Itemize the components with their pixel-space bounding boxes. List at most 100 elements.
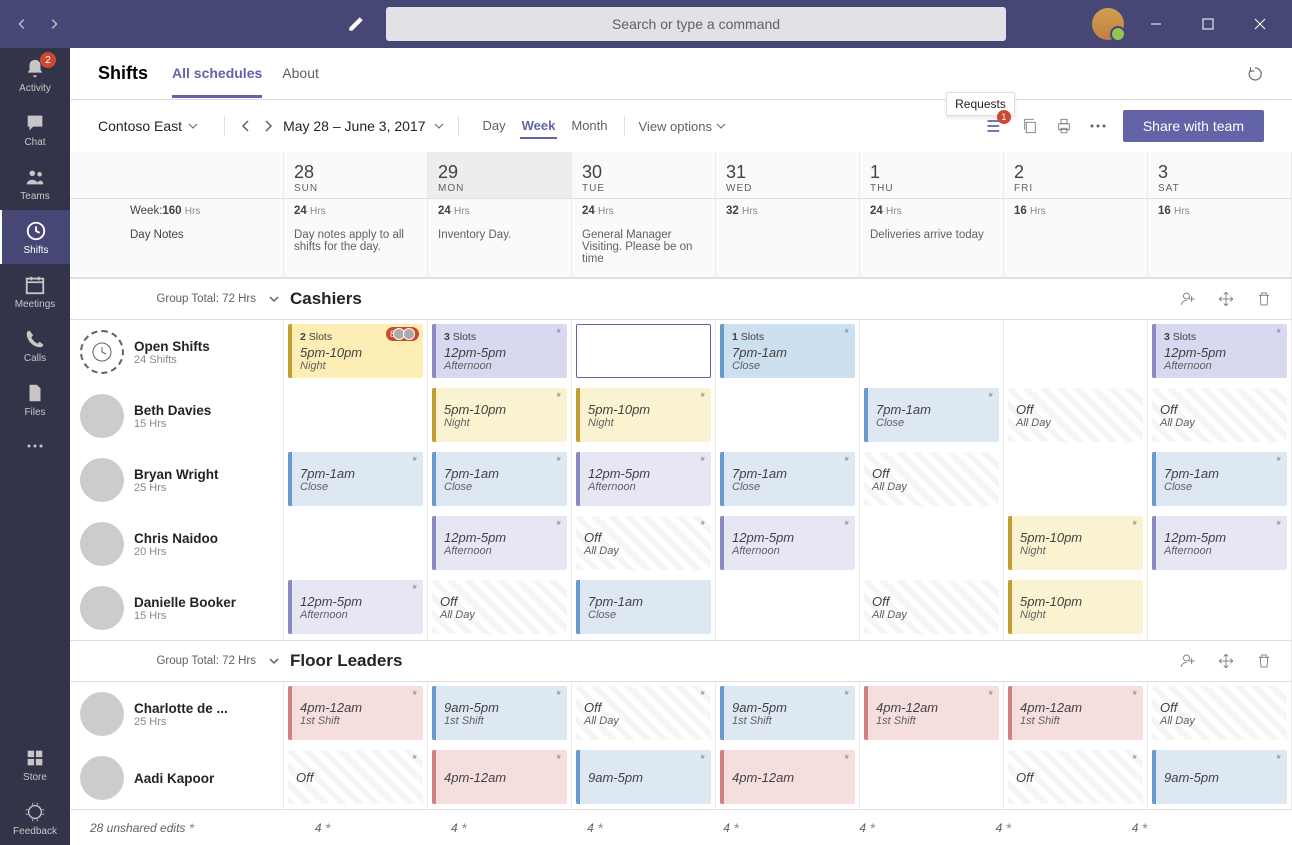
- shift-cell[interactable]: 7pm-1amClose*: [716, 448, 860, 512]
- shift-card[interactable]: 5pm-10pmNight*: [432, 388, 567, 442]
- add-person-icon[interactable]: [1179, 652, 1197, 670]
- rail-item-chat[interactable]: Chat: [0, 102, 70, 156]
- day-header[interactable]: 1THU: [860, 152, 1004, 199]
- day-header[interactable]: 2FRI: [1004, 152, 1148, 199]
- shift-cell[interactable]: 12pm-5pmAfternoon*: [1148, 512, 1292, 576]
- shift-card[interactable]: OffAll Day: [864, 452, 999, 506]
- shift-cell-empty[interactable]: [860, 512, 1004, 576]
- shift-card[interactable]: 5pm-10pmNight: [1008, 580, 1143, 634]
- shift-cell[interactable]: Off*: [1004, 746, 1148, 809]
- shift-cell[interactable]: 4pm-12am*: [428, 746, 572, 809]
- shift-cell-empty[interactable]: [284, 512, 428, 576]
- day-note[interactable]: Inventory Day.: [428, 223, 572, 278]
- close-button[interactable]: [1240, 4, 1280, 44]
- rail-item-shifts[interactable]: Shifts: [0, 210, 70, 264]
- user-avatar[interactable]: [1092, 8, 1124, 40]
- day-note[interactable]: [716, 223, 860, 278]
- shift-card[interactable]: 4pm-12am1st Shift*: [864, 686, 999, 740]
- shift-cell[interactable]: Off*: [284, 746, 428, 809]
- shift-cell[interactable]: 4pm-12am*: [716, 746, 860, 809]
- shift-cell-empty[interactable]: [284, 384, 428, 448]
- shift-card[interactable]: OffAll Day: [432, 580, 567, 634]
- previous-range-button[interactable]: [239, 119, 253, 133]
- shift-card[interactable]: 4pm-12am*: [432, 750, 567, 804]
- minimize-button[interactable]: [1136, 4, 1176, 44]
- shift-card[interactable]: 7pm-1amClose*: [864, 388, 999, 442]
- shift-cell[interactable]: 5pm-10pmNight*: [428, 384, 572, 448]
- person-row-header[interactable]: Aadi Kapoor: [70, 746, 284, 809]
- compose-icon[interactable]: [336, 4, 376, 44]
- shift-cell[interactable]: OffAll Day: [1148, 384, 1292, 448]
- shift-cell-empty[interactable]: [716, 384, 860, 448]
- selected-empty-shift[interactable]: [576, 324, 711, 378]
- delete-icon[interactable]: [1255, 290, 1273, 308]
- rail-item-activity[interactable]: Activity2: [0, 48, 70, 102]
- more-options-button[interactable]: [1089, 117, 1107, 135]
- shift-cell[interactable]: 7pm-1amClose*: [860, 384, 1004, 448]
- shift-card[interactable]: 4pm-12am1st Shift*: [288, 686, 423, 740]
- shift-card[interactable]: OffAll Day: [1008, 388, 1143, 442]
- shift-cell[interactable]: 4pm-12am1st Shift*: [860, 682, 1004, 746]
- shift-card[interactable]: OffAll Day*: [576, 516, 711, 570]
- shift-cell-empty[interactable]: [716, 576, 860, 640]
- rail-item-teams[interactable]: Teams: [0, 156, 70, 210]
- shift-cell[interactable]: 9am-5pm*: [1148, 746, 1292, 809]
- shift-cell[interactable]: 3 Slots12pm-5pmAfternoon*: [1148, 320, 1292, 384]
- shift-cell[interactable]: 5pm-10pmNight*: [1004, 512, 1148, 576]
- shift-cell[interactable]: 12pm-5pmAfternoon*: [428, 512, 572, 576]
- shift-card[interactable]: 5pm-10pmNight*: [576, 388, 711, 442]
- shift-cell[interactable]: 7pm-1amClose*: [284, 448, 428, 512]
- shift-cell[interactable]: OffAll Day*: [572, 682, 716, 746]
- shift-card[interactable]: Off*: [288, 750, 423, 804]
- team-selector[interactable]: Contoso East: [98, 118, 210, 134]
- shift-card[interactable]: 5pm-10pmNight*: [1008, 516, 1143, 570]
- shift-cell-empty[interactable]: [860, 320, 1004, 384]
- person-row-header[interactable]: Beth Davies15 Hrs: [70, 384, 284, 448]
- requests-button[interactable]: Requests 1: [985, 116, 1005, 136]
- day-header[interactable]: 29MON: [428, 152, 572, 199]
- move-icon[interactable]: [1217, 290, 1235, 308]
- rail-item-meetings[interactable]: Meetings: [0, 264, 70, 318]
- shift-card[interactable]: 4pm-12am*: [720, 750, 855, 804]
- day-header[interactable]: 3SAT: [1148, 152, 1292, 199]
- shift-card[interactable]: 1 Slots7pm-1amClose*: [720, 324, 855, 378]
- print-button[interactable]: [1055, 117, 1073, 135]
- shift-cell-empty[interactable]: [1148, 576, 1292, 640]
- shift-cell[interactable]: 4pm-12am1st Shift*: [284, 682, 428, 746]
- shift-cell-empty[interactable]: [860, 746, 1004, 809]
- day-header[interactable]: 30TUE: [572, 152, 716, 199]
- shift-cell[interactable]: 5pm-10pmNight*: [572, 384, 716, 448]
- shift-cell[interactable]: 7pm-1amClose*: [1148, 448, 1292, 512]
- rail-item-feedback[interactable]: Feedback: [0, 791, 70, 845]
- shift-card[interactable]: 7pm-1amClose*: [720, 452, 855, 506]
- shift-cell[interactable]: OffAll Day: [860, 576, 1004, 640]
- day-note[interactable]: General Manager Visiting. Please be on t…: [572, 223, 716, 278]
- shift-card[interactable]: 12pm-5pmAfternoon*: [720, 516, 855, 570]
- view-mode-week[interactable]: Week: [520, 114, 558, 139]
- person-row-header[interactable]: Chris Naidoo20 Hrs: [70, 512, 284, 576]
- shift-cell[interactable]: 12pm-5pmAfternoon*: [716, 512, 860, 576]
- schedule-grid[interactable]: 28SUN29MON30TUE31WED1THU2FRI3SATWeek:160…: [70, 152, 1292, 809]
- shift-cell[interactable]: 3 Slots12pm-5pmAfternoon*: [428, 320, 572, 384]
- shift-cell[interactable]: 4pm-12am1st Shift*: [1004, 682, 1148, 746]
- shift-card[interactable]: 9am-5pm*: [576, 750, 711, 804]
- shift-cell[interactable]: [572, 320, 716, 384]
- view-mode-day[interactable]: Day: [481, 114, 508, 139]
- date-range[interactable]: May 28 – June 3, 2017: [283, 118, 443, 134]
- rail-item-store[interactable]: Store: [0, 737, 70, 791]
- view-options[interactable]: View options: [639, 119, 726, 134]
- next-range-button[interactable]: [261, 119, 275, 133]
- shift-card[interactable]: OffAll Day: [1152, 686, 1287, 740]
- share-with-team-button[interactable]: Share with team: [1123, 110, 1264, 142]
- shift-card[interactable]: 12pm-5pmAfternoon*: [1152, 516, 1287, 570]
- search-input[interactable]: Search or type a command: [386, 7, 1006, 41]
- day-note[interactable]: Day notes apply to all shifts for the da…: [284, 223, 428, 278]
- shift-cell[interactable]: 12pm-5pmAfternoon*: [284, 576, 428, 640]
- shift-cell[interactable]: OffAll Day: [1004, 384, 1148, 448]
- person-row-header[interactable]: Danielle Booker15 Hrs: [70, 576, 284, 640]
- shift-card[interactable]: Off*: [1008, 750, 1143, 804]
- shift-card[interactable]: OffAll Day: [1152, 388, 1287, 442]
- day-note[interactable]: [1004, 223, 1148, 278]
- shift-card[interactable]: 12pm-5pmAfternoon*: [432, 516, 567, 570]
- shift-cell[interactable]: 12pm-5pmAfternoon*: [572, 448, 716, 512]
